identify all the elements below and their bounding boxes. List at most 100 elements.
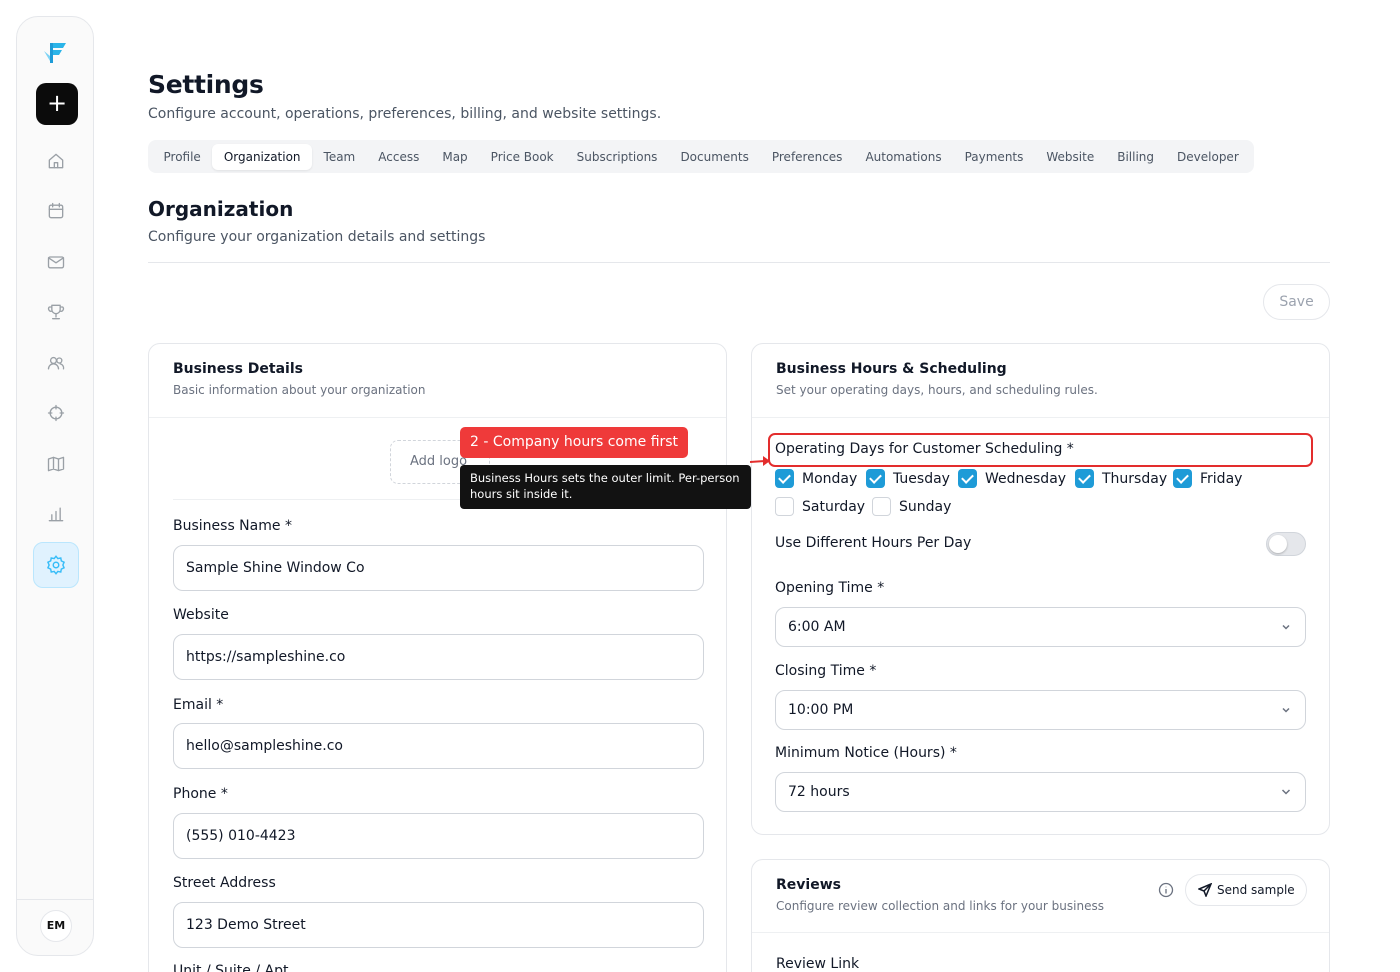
day-thursday[interactable]: Thursday bbox=[1075, 469, 1167, 488]
bar-chart-icon[interactable] bbox=[44, 502, 68, 526]
tab-preferences[interactable]: Preferences bbox=[760, 144, 854, 170]
day-label: Saturday bbox=[802, 498, 866, 515]
card-title: Reviews bbox=[776, 877, 841, 893]
unit-label: Unit / Suite / Apt bbox=[173, 963, 289, 972]
tab-payments[interactable]: Payments bbox=[953, 144, 1035, 170]
day-saturday[interactable]: Saturday bbox=[775, 497, 865, 516]
annotation-badge: 2 - Company hours come first bbox=[460, 427, 689, 458]
chevron-down-icon bbox=[1281, 705, 1291, 715]
email-input[interactable]: hello@sampleshine.co bbox=[173, 723, 704, 769]
card-title: Business Details bbox=[173, 361, 303, 377]
checkbox-checked[interactable] bbox=[958, 469, 977, 488]
checkbox-unchecked[interactable] bbox=[872, 497, 891, 516]
send-sample-button[interactable]: Send sample bbox=[1185, 874, 1307, 906]
opening-time-label: Opening Time * bbox=[775, 580, 885, 596]
opening-time-select[interactable]: 6:00 AM bbox=[775, 607, 1306, 647]
different-hours-toggle[interactable] bbox=[1266, 532, 1306, 556]
trophy-icon[interactable] bbox=[44, 300, 68, 324]
tab-website[interactable]: Website bbox=[1035, 144, 1106, 170]
checkbox-unchecked[interactable] bbox=[775, 497, 794, 516]
opening-time-value: 6:00 AM bbox=[788, 619, 846, 635]
save-button[interactable]: Save bbox=[1263, 284, 1330, 320]
different-hours-label: Use Different Hours Per Day bbox=[775, 535, 972, 551]
page-subtitle: Configure account, operations, preferenc… bbox=[148, 106, 662, 122]
reviews-card: Reviews Configure review collection and … bbox=[751, 859, 1330, 972]
section-subtitle: Configure your organization details and … bbox=[148, 229, 486, 245]
minimum-notice-value: 72 hours bbox=[788, 784, 850, 800]
tab-documents[interactable]: Documents bbox=[669, 144, 760, 170]
day-label: Wednesday bbox=[985, 470, 1067, 487]
email-label: Email * bbox=[173, 697, 224, 713]
section-divider bbox=[148, 262, 1330, 263]
minimum-notice-label: Minimum Notice (Hours) * bbox=[775, 745, 957, 761]
closing-time-value: 10:00 PM bbox=[788, 702, 854, 718]
map-icon[interactable] bbox=[44, 452, 68, 476]
settings-nav-item[interactable] bbox=[33, 542, 79, 588]
annotation-tooltip: Business Hours sets the outer limit. Per… bbox=[460, 465, 751, 509]
chevron-down-icon bbox=[1281, 787, 1291, 797]
phone-label: Phone * bbox=[173, 786, 228, 802]
tab-automations[interactable]: Automations bbox=[854, 144, 953, 170]
checkbox-checked[interactable] bbox=[1173, 469, 1192, 488]
users-icon[interactable] bbox=[44, 351, 68, 375]
street-address-input[interactable]: 123 Demo Street bbox=[173, 902, 704, 948]
minimum-notice-select[interactable]: 72 hours bbox=[775, 772, 1306, 812]
review-link-label: Review Link bbox=[776, 956, 860, 972]
card-divider bbox=[752, 932, 1329, 933]
day-tuesday[interactable]: Tuesday bbox=[866, 469, 950, 488]
info-icon[interactable] bbox=[1158, 882, 1174, 898]
sidebar: + EM bbox=[16, 16, 94, 956]
calendar-icon[interactable] bbox=[44, 199, 68, 223]
annotation-arrow-icon bbox=[749, 456, 770, 466]
tab-subscriptions[interactable]: Subscriptions bbox=[565, 144, 669, 170]
section-title: Organization bbox=[148, 197, 294, 221]
tab-profile[interactable]: Profile bbox=[152, 144, 212, 170]
card-subtitle: Basic information about your organizatio… bbox=[173, 383, 426, 397]
day-label: Sunday bbox=[899, 498, 952, 515]
add-button[interactable]: + bbox=[36, 83, 78, 125]
send-icon bbox=[1198, 883, 1212, 897]
day-monday[interactable]: Monday bbox=[775, 469, 857, 488]
website-input[interactable]: https://sampleshine.co bbox=[173, 634, 704, 680]
sidebar-divider bbox=[17, 899, 93, 900]
day-label: Tuesday bbox=[893, 470, 950, 487]
closing-time-select[interactable]: 10:00 PM bbox=[775, 690, 1306, 730]
home-icon[interactable] bbox=[44, 149, 68, 173]
plus-icon: + bbox=[46, 89, 68, 117]
card-divider bbox=[149, 417, 726, 418]
checkbox-checked[interactable] bbox=[1075, 469, 1094, 488]
chevron-down-icon bbox=[1281, 622, 1291, 632]
closing-time-label: Closing Time * bbox=[775, 663, 877, 679]
day-friday[interactable]: Friday bbox=[1173, 469, 1242, 488]
website-label: Website bbox=[173, 607, 229, 623]
checkbox-checked[interactable] bbox=[775, 469, 794, 488]
brand-logo-icon[interactable] bbox=[41, 37, 71, 67]
day-label: Monday bbox=[802, 470, 858, 487]
street-address-label: Street Address bbox=[173, 875, 276, 891]
tab-price-book[interactable]: Price Book bbox=[479, 144, 565, 170]
tab-map[interactable]: Map bbox=[431, 144, 479, 170]
card-title: Business Hours & Scheduling bbox=[776, 361, 1007, 377]
day-label: Friday bbox=[1200, 470, 1243, 487]
annotation-highlight-box bbox=[768, 433, 1313, 467]
card-subtitle: Configure review collection and links fo… bbox=[776, 899, 1104, 913]
tab-billing[interactable]: Billing bbox=[1106, 144, 1166, 170]
day-wednesday[interactable]: Wednesday bbox=[958, 469, 1066, 488]
phone-input[interactable]: (555) 010-4423 bbox=[173, 813, 704, 859]
tab-access[interactable]: Access bbox=[367, 144, 431, 170]
business-name-input[interactable]: Sample Shine Window Co bbox=[173, 545, 704, 591]
send-sample-label: Send sample bbox=[1217, 883, 1295, 897]
checkbox-checked[interactable] bbox=[866, 469, 885, 488]
business-name-label: Business Name * bbox=[173, 518, 292, 534]
card-divider bbox=[752, 417, 1329, 418]
avatar[interactable]: EM bbox=[40, 910, 72, 942]
settings-tabs: Profile Organization Team Access Map Pri… bbox=[148, 140, 1255, 173]
day-sunday[interactable]: Sunday bbox=[872, 497, 951, 516]
card-subtitle: Set your operating days, hours, and sche… bbox=[776, 383, 1098, 397]
tab-team[interactable]: Team bbox=[312, 144, 367, 170]
tab-developer[interactable]: Developer bbox=[1166, 144, 1251, 170]
tab-organization[interactable]: Organization bbox=[212, 143, 313, 170]
page-title: Settings bbox=[148, 70, 264, 99]
mail-icon[interactable] bbox=[44, 250, 68, 274]
crosshair-icon[interactable] bbox=[44, 401, 68, 425]
